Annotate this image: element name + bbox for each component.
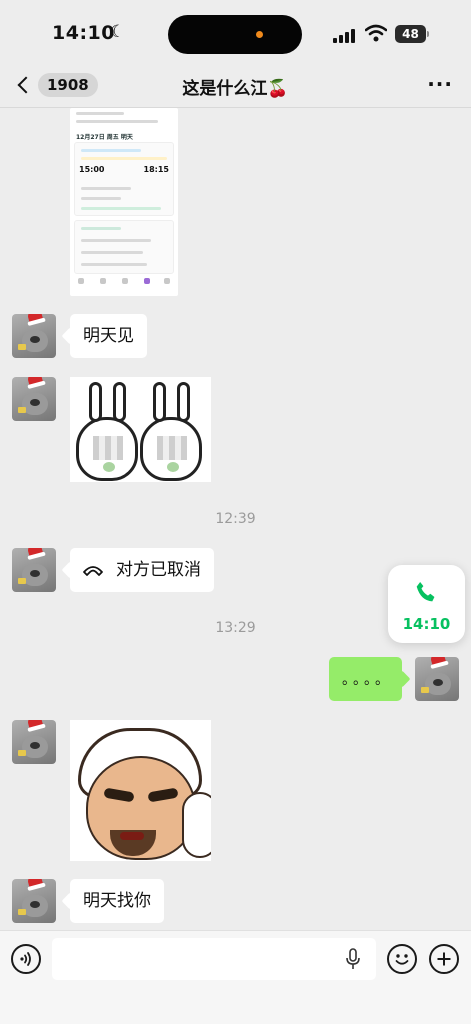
screenshot-image[interactable]: 12月27日 周五 明天 15:00 18:15 [70,108,178,296]
contact-avatar[interactable] [12,720,56,764]
my-message-text: 。。。。 [342,672,393,688]
message-timestamp: 13:29 [215,620,256,636]
screenshot-depart: 15:00 [79,165,105,174]
signal-icon [333,27,357,43]
contact-avatar[interactable] [12,377,56,421]
phone-hangup-icon [83,566,103,576]
message-bubble[interactable]: 明天找你 [70,879,164,923]
more-icon[interactable]: ··· [427,72,453,96]
cartoon-sticker[interactable] [70,720,211,861]
battery-indicator: 48 [395,25,426,43]
message-timestamp: 12:39 [215,511,256,527]
chat-header: 1908 这是什么江🍒 ··· [0,62,471,108]
battery-tip [427,31,429,37]
moon-icon: ☾ [110,22,126,42]
bunny-sticker[interactable] [70,377,211,482]
emoji-icon[interactable] [387,944,417,974]
status-bar: 14:10 ☾ 48 [0,0,471,62]
contact-avatar[interactable] [12,314,56,358]
plus-icon[interactable] [429,944,459,974]
phone-icon [416,582,435,602]
screenshot-arrive: 18:15 [143,165,169,174]
message-input[interactable] [52,938,376,980]
my-avatar[interactable] [415,657,459,701]
chat-title: 这是什么江🍒 [182,79,289,99]
call-record-bubble[interactable]: 对方已取消 [70,548,214,592]
call-record-text: 对方已取消 [116,560,201,580]
status-time: 14:10 [52,22,115,44]
microphone-icon[interactable] [345,948,361,970]
screenshot-date: 12月27日 周五 明天 [76,134,133,141]
my-message-bubble[interactable]: 。。。。 [329,657,402,701]
message-bubble[interactable]: 明天见 [70,314,147,358]
contact-avatar[interactable] [12,879,56,923]
voice-icon[interactable] [11,944,41,974]
contact-avatar[interactable] [12,548,56,592]
dynamic-island [168,15,302,54]
wifi-icon [365,24,387,42]
input-bar [0,930,471,1024]
